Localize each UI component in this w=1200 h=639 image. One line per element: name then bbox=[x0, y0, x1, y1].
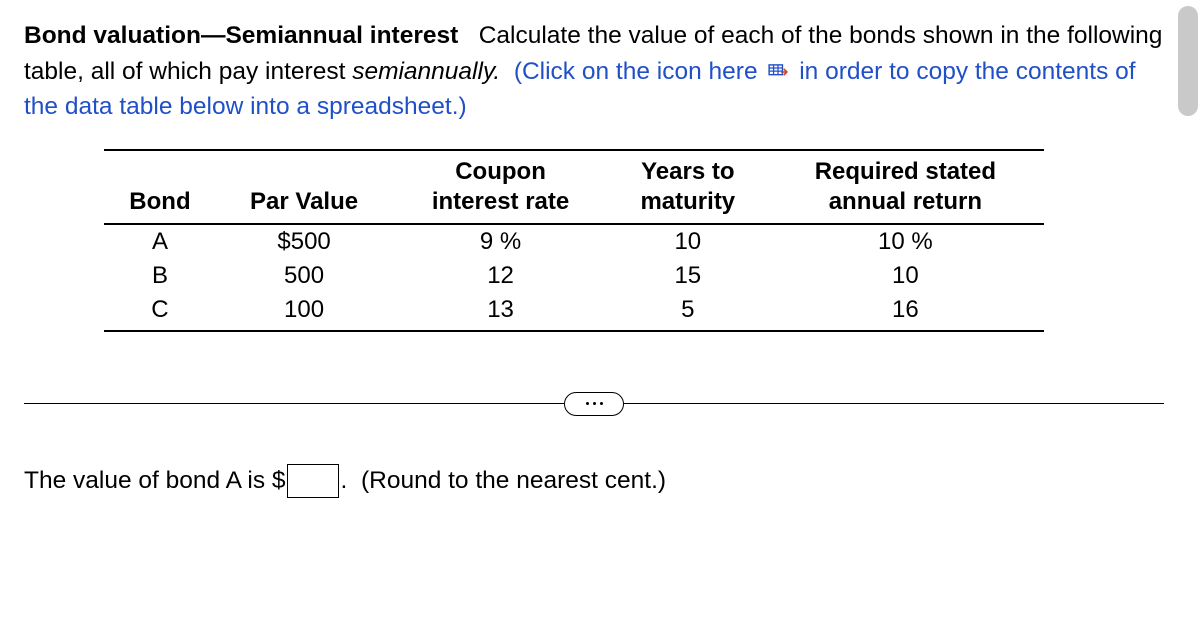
cell-par: 500 bbox=[216, 259, 392, 293]
cell-years: 15 bbox=[609, 259, 767, 293]
cell-coupon: 12 bbox=[392, 259, 609, 293]
prompt-text: Bond valuation—Semiannual interest Calcu… bbox=[24, 18, 1164, 125]
col-par-label: Par Value bbox=[250, 188, 358, 215]
bond-table: Bond Par Value Coupon interest rate Year… bbox=[104, 149, 1044, 332]
bond-table-wrap: Bond Par Value Coupon interest rate Year… bbox=[104, 149, 1044, 332]
dot-icon bbox=[586, 402, 589, 405]
answer-row: The value of bond A is $. (Round to the … bbox=[24, 464, 1164, 498]
table-row: B 500 12 15 10 bbox=[104, 259, 1044, 293]
col-par: Par Value bbox=[216, 150, 392, 224]
bond-a-value-input[interactable] bbox=[287, 464, 339, 498]
dot-icon bbox=[600, 402, 603, 405]
copy-table-icon[interactable] bbox=[768, 55, 788, 71]
col-years-l1: Years to bbox=[641, 158, 734, 185]
col-coupon-l2: interest rate bbox=[432, 188, 569, 215]
prompt-title: Bond valuation—Semiannual interest bbox=[24, 22, 458, 49]
answer-before: The value of bond A is $ bbox=[24, 467, 286, 495]
question-content: Bond valuation—Semiannual interest Calcu… bbox=[0, 0, 1188, 498]
col-years: Years to maturity bbox=[609, 150, 767, 224]
cell-par: 100 bbox=[216, 293, 392, 331]
answer-hint: (Round to the nearest cent.) bbox=[361, 467, 666, 495]
copy-hint-before: (Click on the icon here bbox=[514, 58, 758, 85]
cell-req: 16 bbox=[767, 293, 1044, 331]
cell-bond: B bbox=[104, 259, 216, 293]
dot-icon bbox=[593, 402, 596, 405]
col-years-l2: maturity bbox=[640, 188, 735, 215]
cell-bond: A bbox=[104, 224, 216, 259]
table-header-row: Bond Par Value Coupon interest rate Year… bbox=[104, 150, 1044, 224]
cell-req: 10 % bbox=[767, 224, 1044, 259]
cell-coupon: 13 bbox=[392, 293, 609, 331]
vertical-scrollbar-thumb[interactable] bbox=[1178, 6, 1198, 116]
cell-years: 5 bbox=[609, 293, 767, 331]
cell-coupon: 9 % bbox=[392, 224, 609, 259]
cell-years: 10 bbox=[609, 224, 767, 259]
answer-period: . bbox=[341, 467, 348, 495]
col-bond: Bond bbox=[104, 150, 216, 224]
col-bond-label: Bond bbox=[129, 188, 190, 215]
col-required: Required stated annual return bbox=[767, 150, 1044, 224]
col-req-l1: Required stated bbox=[815, 158, 996, 185]
cell-req: 10 bbox=[767, 259, 1044, 293]
section-divider bbox=[24, 392, 1164, 416]
table-row: A $500 9 % 10 10 % bbox=[104, 224, 1044, 259]
col-req-l2: annual return bbox=[829, 188, 982, 215]
cell-par: $500 bbox=[216, 224, 392, 259]
col-coupon: Coupon interest rate bbox=[392, 150, 609, 224]
cell-bond: C bbox=[104, 293, 216, 331]
expand-more-button[interactable] bbox=[564, 392, 624, 416]
table-row: C 100 13 5 16 bbox=[104, 293, 1044, 331]
prompt-italic: semiannually. bbox=[352, 58, 500, 85]
col-coupon-l1: Coupon bbox=[455, 158, 546, 185]
